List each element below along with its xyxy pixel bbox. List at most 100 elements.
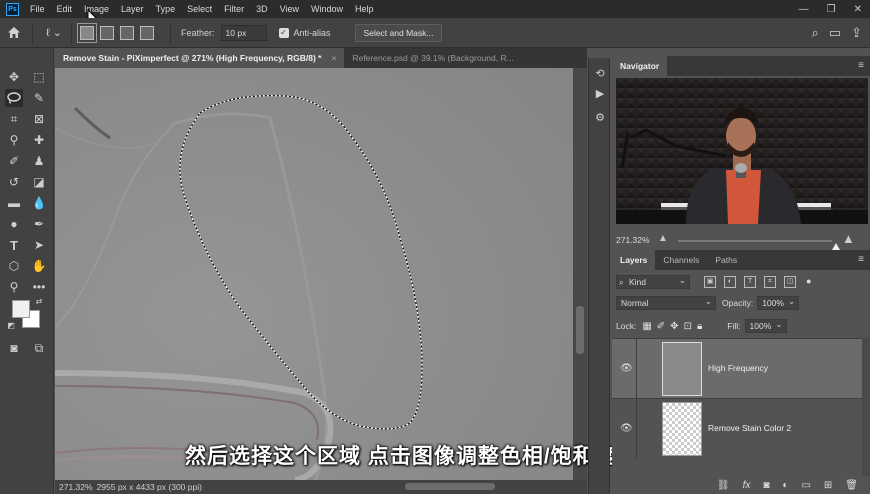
document-canvas[interactable] (55, 68, 573, 480)
quick-selection-tool-icon[interactable]: ✎ (30, 89, 48, 107)
layer-filter-kind[interactable]: ⌕ Kind (616, 274, 690, 289)
menu-window[interactable]: Window (306, 0, 350, 18)
tab-layers[interactable]: Layers (612, 250, 656, 270)
layer-row-remove-stain-color-2[interactable]: 👁︎ Remove Stain Color 2 (612, 398, 862, 459)
pen-tool-icon[interactable]: ✒ (30, 215, 48, 233)
new-group-icon[interactable]: ▭ (801, 480, 810, 491)
move-tool-icon[interactable]: ✥ (5, 68, 23, 86)
smart-object-filter-icon[interactable]: ◫ (784, 276, 796, 288)
brush-tool-icon[interactable]: ✐ (5, 152, 23, 170)
new-selection-icon[interactable] (77, 22, 97, 43)
navigator-zoom-slider[interactable] (678, 240, 840, 250)
path-selection-tool-icon[interactable]: ➤ (30, 236, 48, 254)
horizontal-scrollbar-thumb[interactable] (405, 483, 495, 490)
lock-all-icon[interactable]: 🔒︎ (697, 321, 702, 332)
canvas-vertical-scrollbar[interactable] (573, 68, 587, 480)
crop-tool-icon[interactable]: ⌗ (5, 110, 23, 128)
opacity-input[interactable]: 100% (757, 295, 800, 310)
antialias-checkbox[interactable]: ✓ (278, 27, 289, 38)
scrollbar-thumb[interactable] (576, 306, 584, 354)
navigator-preview[interactable] (616, 78, 868, 224)
close-tab-icon[interactable]: × (331, 48, 336, 68)
menu-view[interactable]: View (275, 0, 306, 18)
lock-transparent-icon[interactable]: ▦ (642, 321, 651, 332)
healing-brush-tool-icon[interactable]: ✚ (30, 131, 48, 149)
close-icon[interactable]: ✕ (854, 4, 862, 15)
lock-artboard-icon[interactable]: ⊡ (684, 321, 692, 332)
delete-layer-icon[interactable]: 🗑︎ (845, 480, 858, 491)
zoom-in-icon[interactable]: ▲ (842, 231, 855, 246)
swap-colors-icon[interactable]: ⇄ (34, 296, 44, 306)
visibility-eye-icon[interactable]: 👁︎ (620, 423, 633, 434)
type-tool-icon[interactable]: T (5, 236, 23, 254)
shape-filter-icon[interactable]: ⌗ (764, 276, 776, 288)
link-layers-icon[interactable]: ⛓ (717, 480, 730, 491)
restore-icon[interactable]: ❐ (827, 4, 836, 15)
properties-panel-icon[interactable]: ⚙ (593, 110, 607, 124)
status-zoom[interactable]: 271.32% (59, 482, 93, 492)
default-colors-icon[interactable]: ◩ (6, 320, 16, 330)
type-filter-icon[interactable]: T (744, 276, 756, 288)
lasso-preset-icon[interactable]: ℓ ⌄ (37, 26, 71, 39)
zoom-tool-icon[interactable]: ⚲ (5, 278, 23, 296)
quick-mask-icon[interactable]: ◙ (5, 339, 23, 357)
menu-select[interactable]: Select (182, 0, 219, 18)
layer-style-fx-button[interactable]: fx (743, 480, 751, 491)
new-layer-icon[interactable]: ⊞ (824, 480, 832, 491)
menu-edit[interactable]: Edit (52, 0, 80, 18)
eraser-tool-icon[interactable]: ◪ (30, 173, 48, 191)
foreground-color-swatch[interactable] (12, 300, 30, 318)
blend-mode-select[interactable]: Normal (616, 295, 716, 310)
home-icon[interactable] (0, 26, 28, 39)
dodge-tool-icon[interactable]: ● (5, 215, 23, 233)
layer-row-high-frequency[interactable]: 👁︎ High Frequency (612, 338, 862, 399)
tab-remove-stain[interactable]: Remove Stain - PiXimperfect @ 271% (High… (55, 48, 345, 68)
fill-input[interactable]: 100% (744, 318, 787, 333)
search-icon[interactable]: ⌕ (812, 25, 819, 41)
gradient-tool-icon[interactable]: ▬ (5, 194, 23, 212)
menu-file[interactable]: File (25, 0, 52, 18)
layer-name[interactable]: Remove Stain Color 2 (708, 423, 791, 433)
history-panel-icon[interactable]: ⟲ (593, 66, 607, 80)
actions-play-icon[interactable]: ▶ (593, 86, 607, 100)
hand-tool-icon[interactable]: ✋ (30, 257, 48, 275)
layers-scrollbar[interactable] (862, 338, 870, 476)
menu-filter[interactable]: Filter (219, 0, 251, 18)
visibility-eye-icon[interactable]: 👁︎ (620, 363, 633, 374)
photoshop-logo[interactable]: Ps (6, 2, 19, 16)
layer-name[interactable]: High Frequency (708, 363, 768, 373)
panel-menu-icon[interactable]: ≡ (858, 56, 870, 76)
frame-tool-icon[interactable]: ⊠ (30, 110, 48, 128)
history-brush-tool-icon[interactable]: ↺ (5, 173, 23, 191)
workspace-icon[interactable]: ▭ (829, 25, 841, 41)
tab-paths[interactable]: Paths (707, 250, 745, 270)
minimize-icon[interactable]: — (799, 4, 809, 15)
shape-tool-icon[interactable]: ⬡ (5, 257, 23, 275)
menu-type[interactable]: Type (151, 0, 183, 18)
zoom-slider-thumb[interactable] (832, 243, 840, 250)
adjustment-filter-icon[interactable]: ◐ (724, 276, 736, 288)
menu-help[interactable]: Help (350, 0, 381, 18)
subtract-selection-icon[interactable] (120, 25, 134, 40)
panel-menu-icon[interactable]: ≡ (858, 250, 870, 270)
image-filter-icon[interactable]: ▣ (704, 276, 716, 288)
navigator-zoom-value[interactable]: 271.32% (616, 235, 656, 245)
add-mask-icon[interactable]: ◙ (763, 480, 769, 491)
select-and-mask-button[interactable]: Select and Mask... (354, 23, 443, 42)
tab-navigator[interactable]: Navigator (612, 56, 668, 76)
clone-stamp-tool-icon[interactable]: ♟ (30, 152, 48, 170)
adjustment-layer-icon[interactable]: ◐ (782, 480, 788, 491)
more-tools-icon[interactable]: ••• (30, 278, 48, 296)
eyedropper-tool-icon[interactable]: ⚲ (5, 131, 23, 149)
blur-tool-icon[interactable]: 💧 (30, 194, 48, 212)
intersect-selection-icon[interactable] (140, 25, 154, 40)
screen-mode-icon[interactable]: ⧉ (30, 339, 48, 357)
tab-channels[interactable]: Channels (655, 250, 707, 270)
zoom-out-icon[interactable]: ▲ (658, 233, 668, 244)
share-icon[interactable]: ⇪ (851, 25, 862, 41)
lock-pixels-icon[interactable]: ✐ (657, 321, 665, 332)
menu-layer[interactable]: Layer (116, 0, 151, 18)
tab-reference[interactable]: Reference.psd @ 39.1% (Background, R... (344, 48, 521, 68)
filter-toggle-icon[interactable]: ● (806, 276, 811, 288)
marquee-tool-icon[interactable]: ⬚ (30, 68, 48, 86)
